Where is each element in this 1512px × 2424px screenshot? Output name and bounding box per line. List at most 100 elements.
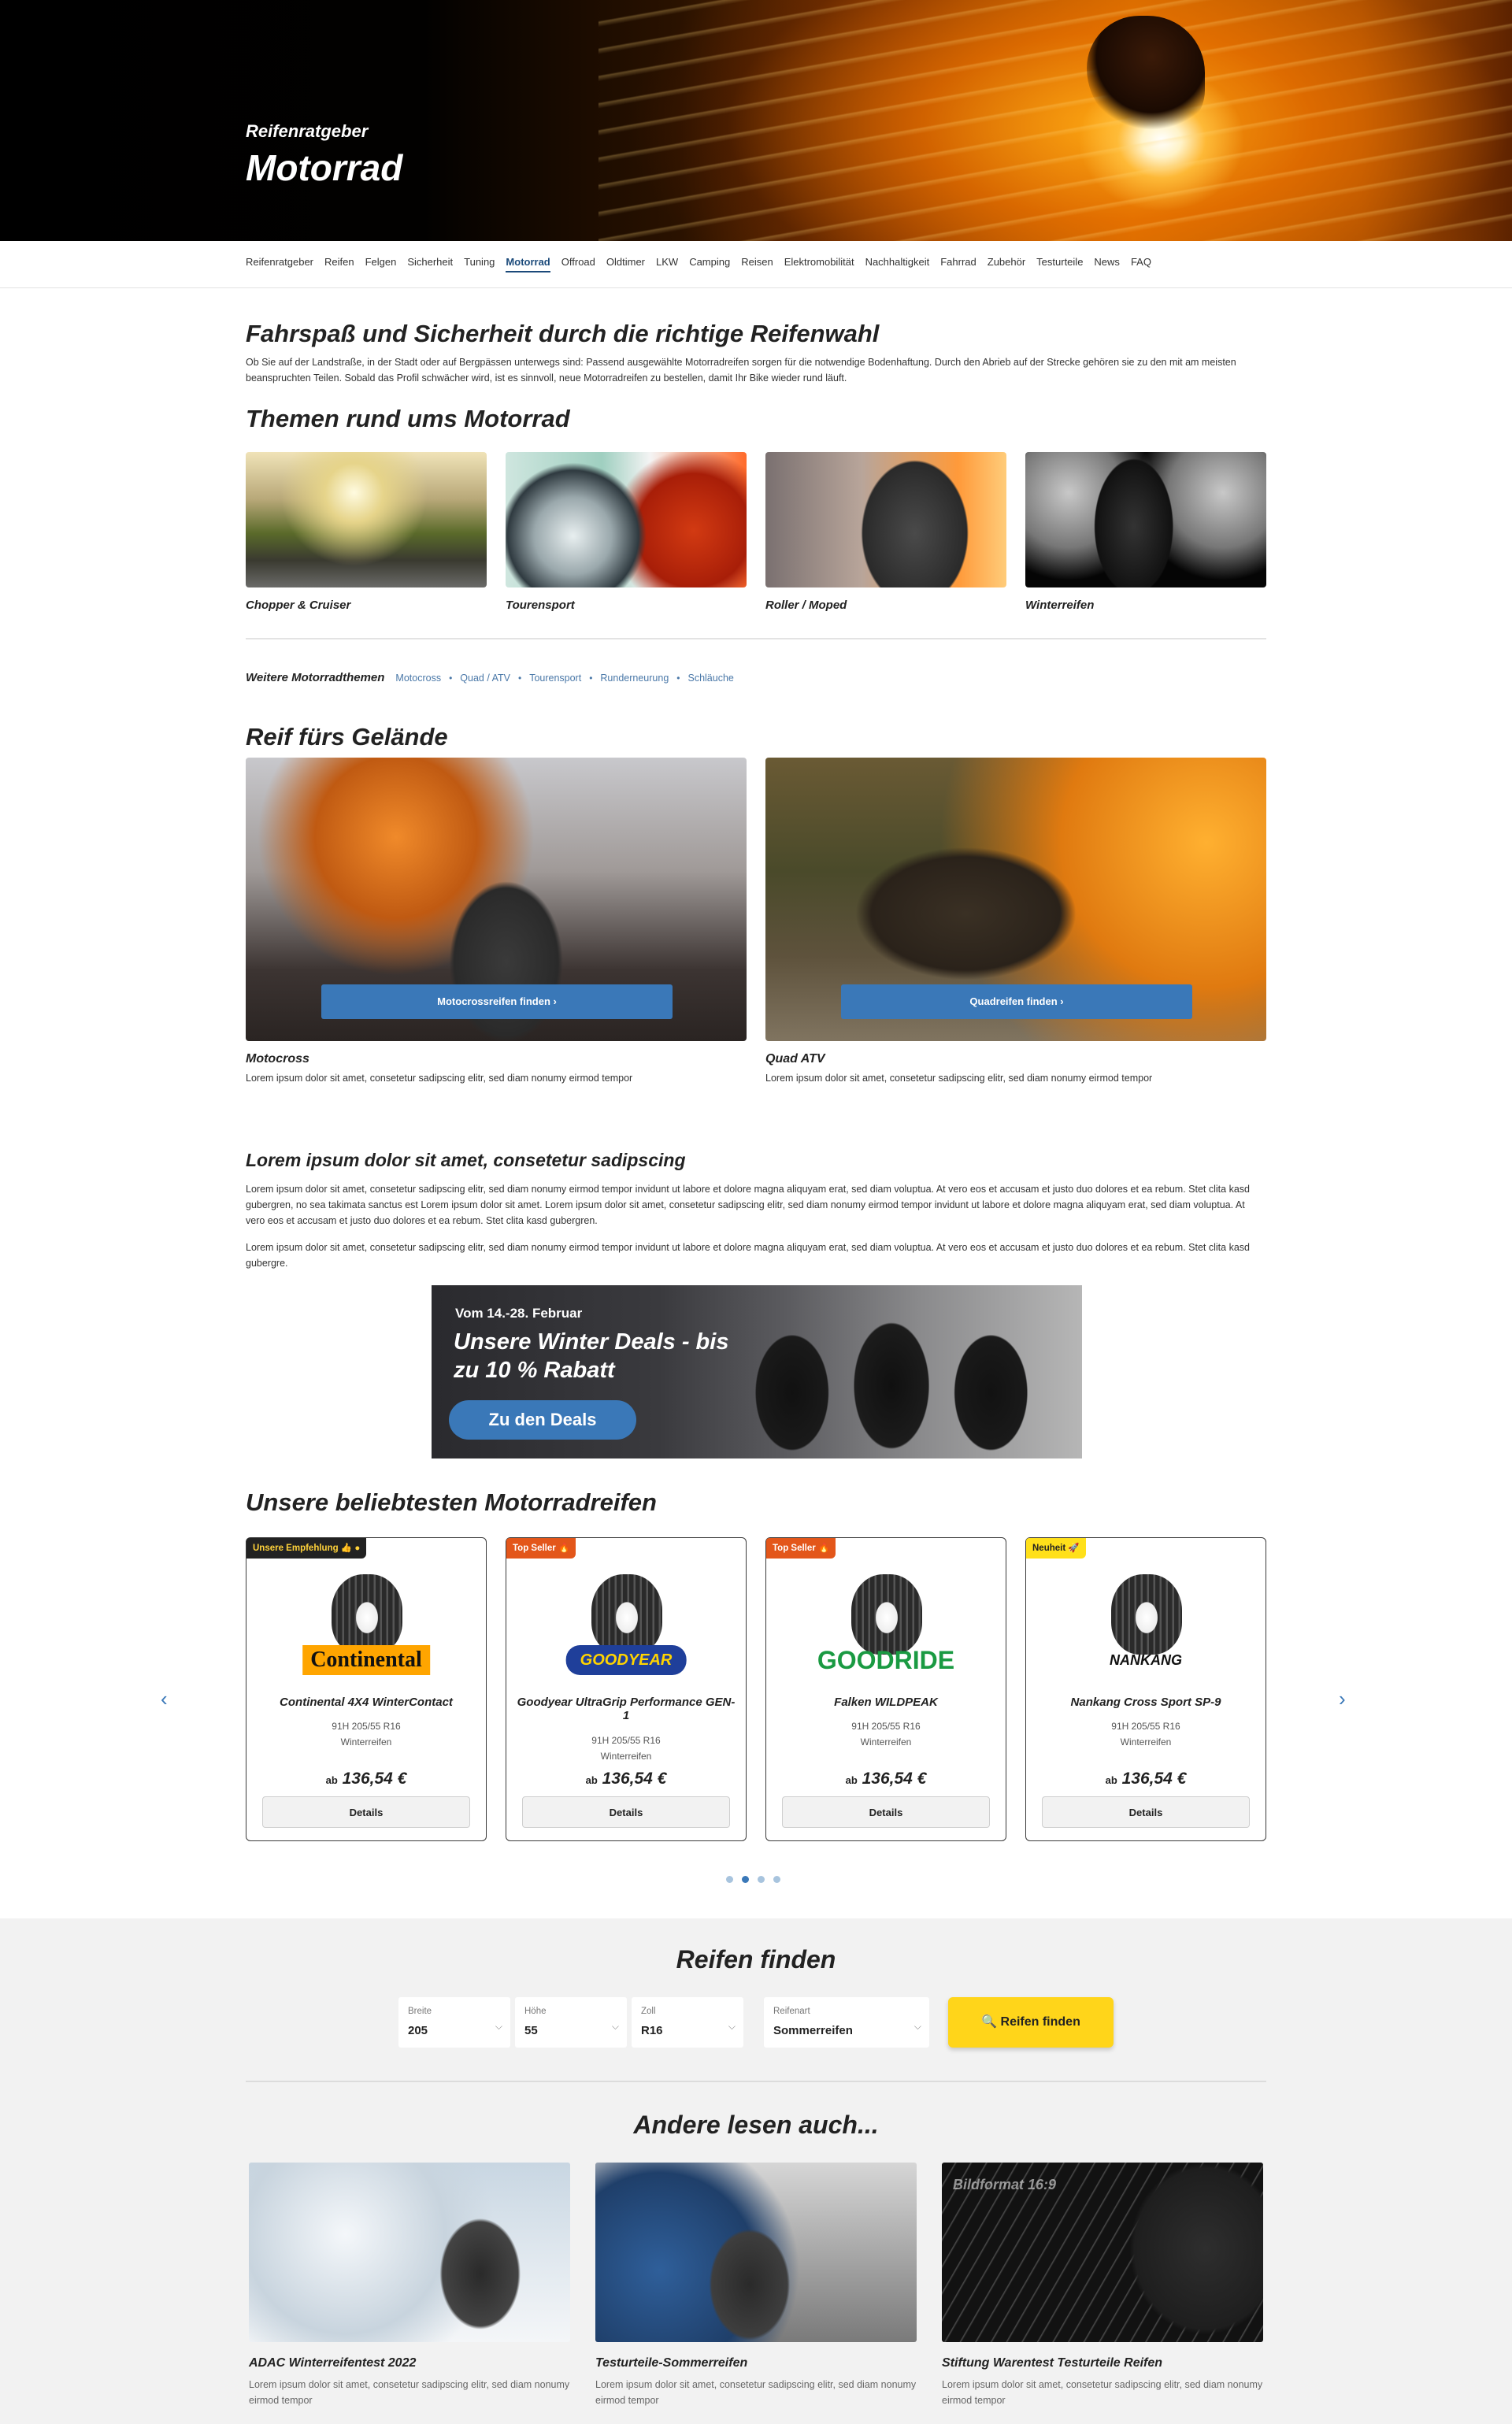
field-value: 205: [408, 2024, 428, 2037]
product-card[interactable]: Neuheit 🚀 NANKANG Nankang Cross Sport SP…: [1025, 1537, 1266, 1841]
find-tires-button[interactable]: 🔍 Reifen finden: [948, 1997, 1114, 2048]
price-prefix: ab: [1105, 1774, 1117, 1786]
tire-image: [851, 1574, 922, 1655]
product-season: Winterreifen: [600, 1751, 652, 1762]
related-article-card[interactable]: Testurteile-Sommerreifen Lorem ipsum dol…: [595, 2163, 917, 2408]
product-price: ab 136,54 €: [246, 1770, 486, 1788]
height-select[interactable]: Höhe 55 ⌵: [515, 1997, 627, 2048]
chevron-down-icon: ⌵: [495, 2021, 502, 2032]
quad-tires-button[interactable]: Quadreifen finden ›: [841, 984, 1192, 1019]
details-button[interactable]: Details: [262, 1796, 470, 1828]
motocross-tires-button[interactable]: Motocrossreifen finden ›: [321, 984, 673, 1019]
theme-image: [506, 452, 747, 587]
carousel-prev-icon[interactable]: ‹: [161, 1688, 168, 1709]
nav-item-reisen[interactable]: Reisen: [741, 256, 773, 272]
product-card[interactable]: Top Seller 🔥 GOODRIDE Falken WILDPEAK 91…: [765, 1537, 1006, 1841]
details-button[interactable]: Details: [522, 1796, 730, 1828]
nav-item-fahrrad[interactable]: Fahrrad: [940, 256, 976, 272]
price-prefix: ab: [585, 1774, 598, 1786]
tire-type-select[interactable]: Reifenart Sommerreifen ⌵: [764, 1997, 929, 2048]
theme-image: [765, 452, 1006, 587]
nav-item-tuning[interactable]: Tuning: [464, 256, 495, 272]
chevron-down-icon: ⌵: [914, 2021, 921, 2032]
nav-item-faq[interactable]: FAQ: [1131, 256, 1151, 272]
field-value: R16: [641, 2024, 663, 2037]
bullet: •: [449, 672, 453, 684]
deals-button[interactable]: Zu den Deals: [449, 1400, 636, 1440]
nav-item-felgen[interactable]: Felgen: [365, 256, 397, 272]
intro-heading: Fahrspaß und Sicherheit durch die richti…: [246, 320, 880, 347]
theme-caption: Tourensport: [506, 599, 575, 612]
winter-deals-banner[interactable]: Vom 14.-28. Februar Unsere Winter Deals …: [432, 1285, 1082, 1458]
brand-logo-nankang: NANKANG: [1110, 1652, 1182, 1668]
product-price: ab 136,54 €: [506, 1770, 746, 1788]
new-badge: Neuheit 🚀: [1026, 1538, 1086, 1559]
section-divider: [246, 2081, 1266, 2082]
quad-description: Lorem ipsum dolor sit amet, consetetur s…: [765, 1073, 1153, 1084]
pagination-dot-active[interactable]: [742, 1876, 749, 1883]
pagination-dot[interactable]: [758, 1876, 765, 1883]
price-prefix: ab: [325, 1774, 338, 1786]
article-heading: Lorem ipsum dolor sit amet, consetetur s…: [246, 1150, 686, 1170]
tire-image: [591, 1574, 662, 1655]
nav-item-news[interactable]: News: [1094, 256, 1120, 272]
field-label: Breite: [408, 2007, 432, 2016]
nav-item-motorrad[interactable]: Motorrad: [506, 256, 550, 272]
rim-select[interactable]: Zoll R16 ⌵: [632, 1997, 743, 2048]
topic-link-quad[interactable]: Quad / ATV: [460, 673, 510, 684]
carousel-next-icon[interactable]: ›: [1339, 1688, 1346, 1709]
image-format-overlay: Bildformat 16:9: [953, 2177, 1057, 2192]
brand-logo-goodride: GOODRIDE: [817, 1646, 955, 1674]
brand-logo-goodyear: GOODYEAR: [565, 1645, 687, 1675]
theme-card-chopper[interactable]: Chopper & Cruiser: [246, 452, 487, 612]
tire-image: [1111, 1574, 1182, 1655]
theme-card-tourensport[interactable]: Tourensport: [506, 452, 747, 612]
nav-item-elektromobilitaet[interactable]: Elektromobilität: [784, 256, 854, 272]
banner-date: Vom 14.-28. Februar: [455, 1306, 583, 1321]
more-topics-label: Weitere Motorradthemen: [246, 671, 385, 684]
nav-item-zubehoer[interactable]: Zubehör: [988, 256, 1025, 272]
product-name: Continental 4X4 WinterContact: [280, 1696, 453, 1709]
product-card[interactable]: Unsere Empfehlung 👍 ● Continental Contin…: [246, 1537, 487, 1841]
details-button[interactable]: Details: [1042, 1796, 1250, 1828]
nav-item-reifen[interactable]: Reifen: [324, 256, 354, 272]
topic-link-runderneurung[interactable]: Runderneurung: [600, 673, 669, 684]
theme-card-roller[interactable]: Roller / Moped: [765, 452, 1006, 612]
nav-item-testurteile[interactable]: Testurteile: [1036, 256, 1083, 272]
width-select[interactable]: Breite 205 ⌵: [398, 1997, 510, 2048]
bullet: •: [517, 672, 522, 684]
product-card[interactable]: Top Seller 🔥 GOODYEAR Goodyear UltraGrip…: [506, 1537, 747, 1841]
theme-image: [1025, 452, 1266, 587]
nav-item-camping[interactable]: Camping: [689, 256, 730, 272]
theme-caption: Chopper & Cruiser: [246, 599, 351, 612]
nav-item-offroad[interactable]: Offroad: [561, 256, 595, 272]
quad-title: Quad ATV: [765, 1052, 825, 1066]
product-spec: 91H 205/55 R16: [591, 1735, 661, 1746]
nav-item-nachhaltigkeit[interactable]: Nachhaltigkeit: [865, 256, 930, 272]
pagination-dot[interactable]: [773, 1876, 780, 1883]
topic-link-schlaeuche[interactable]: Schläuche: [687, 673, 733, 684]
field-value: Sommerreifen: [773, 2024, 853, 2037]
nav-item-sicherheit[interactable]: Sicherheit: [407, 256, 453, 272]
nav-item-reifenratgeber[interactable]: Reifenratgeber: [246, 256, 313, 272]
product-season: Winterreifen: [1120, 1736, 1172, 1748]
topic-link-motocross[interactable]: Motocross: [395, 673, 441, 684]
theme-caption: Winterreifen: [1025, 599, 1095, 612]
related-article-description: Lorem ipsum dolor sit amet, consetetur s…: [595, 2379, 917, 2406]
hero-banner: Reifenratgeber Motorrad: [0, 0, 1512, 241]
pagination-dot[interactable]: [726, 1876, 733, 1883]
intro-text: Ob Sie auf der Landstraße, in der Stadt …: [246, 357, 1236, 384]
field-label: Zoll: [641, 2007, 656, 2016]
theme-card-winterreifen[interactable]: Winterreifen: [1025, 452, 1266, 612]
topic-link-tourensport[interactable]: Tourensport: [529, 673, 581, 684]
top-seller-badge: Top Seller 🔥: [506, 1538, 576, 1559]
related-article-card[interactable]: Bildformat 16:9 Stiftung Warentest Testu…: [942, 2163, 1263, 2408]
related-article-card[interactable]: ADAC Winterreifentest 2022 Lorem ipsum d…: [249, 2163, 570, 2408]
product-spec: 91H 205/55 R16: [332, 1721, 401, 1732]
carousel-pagination: [726, 1876, 780, 1883]
top-seller-badge: Top Seller 🔥: [766, 1538, 836, 1559]
details-button[interactable]: Details: [782, 1796, 990, 1828]
product-season: Winterreifen: [860, 1736, 912, 1748]
nav-item-lkw[interactable]: LKW: [656, 256, 678, 272]
nav-item-oldtimer[interactable]: Oldtimer: [606, 256, 645, 272]
